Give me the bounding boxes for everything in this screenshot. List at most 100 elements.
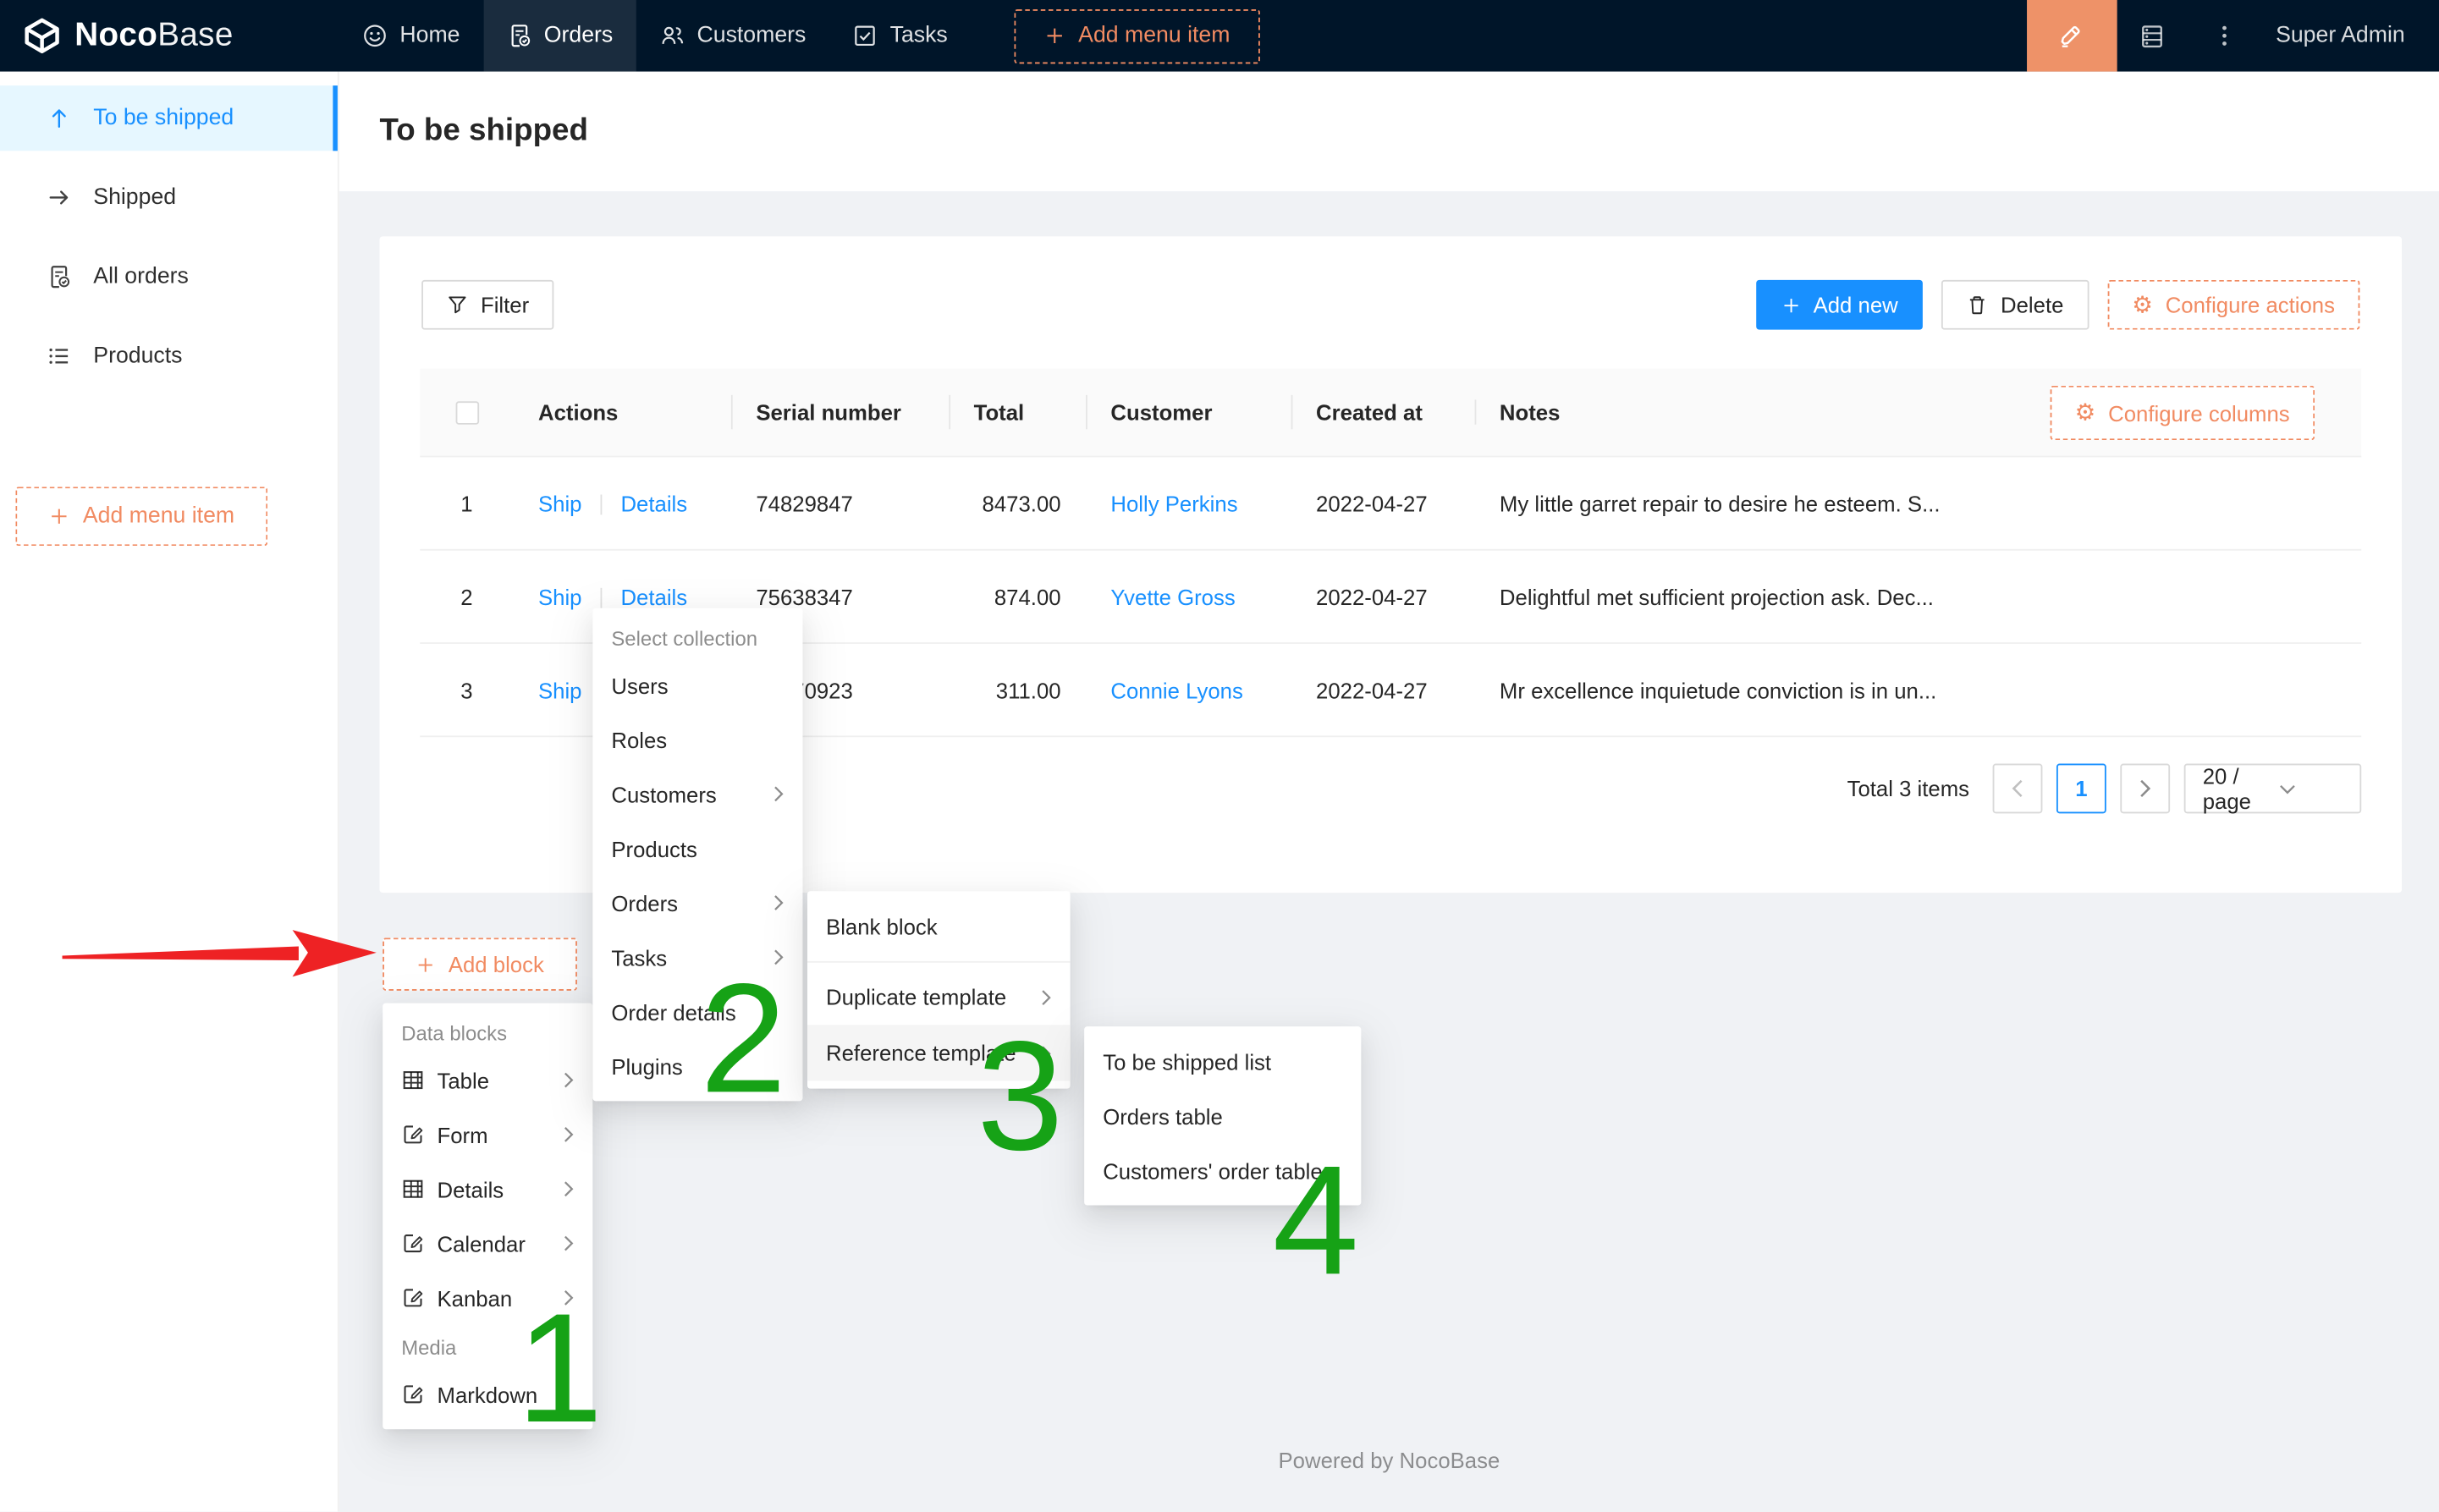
collections-manager-button[interactable] — [2117, 0, 2189, 72]
nav-item-tasks[interactable]: Tasks — [829, 0, 971, 72]
menu-item-products[interactable]: Products — [592, 822, 802, 876]
chevron-down-icon — [2279, 783, 2343, 794]
add-block-menu: Data blocks Table Form Details Calendar … — [383, 1003, 592, 1430]
cell-total: 874.00 — [949, 584, 1086, 608]
menu-item-kanban[interactable]: Kanban — [383, 1271, 592, 1325]
nav-item-customers[interactable]: Customers — [636, 0, 829, 72]
cell-created-at: 2022-04-27 — [1291, 584, 1475, 608]
configure-columns-button[interactable]: ⚙ Configure columns — [2050, 386, 2315, 440]
details-link[interactable]: Details — [620, 491, 687, 515]
form-icon — [401, 1232, 425, 1256]
menu-item-label: Tasks — [611, 945, 760, 970]
menu-item-table[interactable]: Table — [383, 1053, 592, 1107]
add-new-button[interactable]: Add new — [1756, 280, 1924, 330]
menu-item-label: Markdown — [438, 1382, 575, 1406]
add-block-label: Add block — [449, 952, 544, 976]
nav-item-orders[interactable]: Orders — [483, 0, 636, 72]
menu-item-duplicate-template[interactable]: Duplicate template — [807, 969, 1071, 1025]
top-navbar: NocoBase Home Orders Customers Tasks Add… — [0, 0, 2439, 72]
menu-item-users[interactable]: Users — [592, 658, 802, 712]
cell-notes: Mr excellence inquietude conviction is i… — [1475, 677, 2362, 701]
menu-item-blank-block[interactable]: Blank block — [807, 899, 1071, 954]
nav-item-label: Orders — [544, 24, 613, 48]
nocobase-logo[interactable]: NocoBase — [0, 0, 339, 72]
user-menu[interactable]: Super Admin — [2260, 0, 2439, 72]
chevron-right-icon — [563, 1234, 574, 1251]
menu-item-label: Details — [438, 1177, 551, 1201]
add-block-button[interactable]: Add block — [383, 937, 577, 990]
menu-item-label: To be shipped list — [1103, 1049, 1342, 1074]
menu-item-label: Form — [438, 1122, 551, 1146]
sidebar-item-to-be-shipped[interactable]: To be shipped — [0, 85, 338, 151]
menu-item-calendar[interactable]: Calendar — [383, 1216, 592, 1270]
sidebar-add-menu-item-button[interactable]: Add menu item — [15, 487, 267, 546]
menu-item-roles[interactable]: Roles — [592, 712, 802, 767]
menu-item-label: Users — [611, 673, 784, 697]
filter-button[interactable]: Filter — [421, 280, 553, 330]
column-header-total: Total — [949, 399, 1086, 424]
ship-link[interactable]: Ship — [538, 677, 582, 701]
form-icon — [401, 1286, 425, 1310]
menu-group-media: Media — [383, 1325, 592, 1367]
sidebar-item-all-orders[interactable]: All orders — [0, 245, 338, 310]
menu-item-label: Calendar — [438, 1231, 551, 1256]
ship-link[interactable]: Ship — [538, 584, 582, 608]
menu-item-markdown[interactable]: Markdown — [383, 1367, 592, 1421]
list-icon — [47, 344, 71, 368]
nav-item-label: Home — [399, 24, 460, 48]
chevron-right-icon — [1041, 988, 1052, 1005]
menu-item-form[interactable]: Form — [383, 1108, 592, 1162]
customer-link[interactable]: Yvette Gross — [1110, 584, 1235, 608]
menu-item-orders[interactable]: Orders — [592, 876, 802, 930]
form-icon — [401, 1383, 425, 1406]
pagination: Total 3 items 1 20 / page — [1847, 764, 2362, 814]
select-all-checkbox[interactable] — [455, 400, 479, 424]
more-options-button[interactable] — [2188, 0, 2260, 72]
menu-item-label: Products — [611, 836, 784, 860]
chevron-right-icon — [563, 1180, 574, 1197]
trash-icon — [1967, 294, 1989, 316]
details-link[interactable]: Details — [620, 584, 687, 608]
block-template-menu: Blank block Duplicate template Reference… — [807, 891, 1071, 1088]
arrow-right-icon — [47, 185, 71, 210]
menu-item-label: Table — [438, 1068, 551, 1092]
pagination-page-1[interactable]: 1 — [2056, 764, 2106, 814]
user-name: Super Admin — [2276, 24, 2405, 48]
page-size-select[interactable]: 20 / page — [2184, 764, 2362, 814]
menu-item-orders-table[interactable]: Orders table — [1084, 1089, 1361, 1143]
gear-icon: ⚙ — [2075, 401, 2096, 425]
filter-label: Filter — [481, 293, 529, 317]
cell-serial: 74829847 — [731, 491, 949, 515]
sidebar-item-label: Products — [93, 344, 182, 368]
menu-item-label: Kanban — [438, 1285, 551, 1310]
ui-editor-button[interactable] — [2027, 0, 2117, 72]
chevron-right-icon — [774, 894, 785, 911]
menu-item-order-details[interactable]: Order details — [592, 985, 802, 1039]
menu-item-to-be-shipped-list[interactable]: To be shipped list — [1084, 1034, 1361, 1088]
pagination-next-button[interactable] — [2120, 764, 2170, 814]
configure-actions-button[interactable]: ⚙ Configure actions — [2107, 280, 2360, 330]
configure-actions-label: Configure actions — [2166, 293, 2335, 317]
nav-item-home[interactable]: Home — [339, 0, 483, 72]
pagination-prev-button[interactable] — [1993, 764, 2043, 814]
pagination-total: Total 3 items — [1847, 776, 1969, 800]
customer-link[interactable]: Connie Lyons — [1110, 677, 1242, 701]
chevron-right-icon — [563, 1289, 574, 1306]
sidebar-item-products[interactable]: Products — [0, 323, 338, 388]
table-row: 1 ShipDetails 74829847 8473.00 Holly Per… — [420, 457, 2361, 550]
column-header-created-at: Created at — [1291, 399, 1475, 424]
menu-item-plugins[interactable]: Plugins — [592, 1039, 802, 1093]
menu-item-reference-template[interactable]: Reference template — [807, 1025, 1071, 1080]
menu-item-tasks[interactable]: Tasks — [592, 930, 802, 984]
menu-item-label: Order details — [611, 999, 784, 1024]
menu-item-customers-order-table[interactable]: Customers' order table — [1084, 1143, 1361, 1197]
menu-group-select-collection: Select collection — [592, 616, 802, 658]
ship-link[interactable]: Ship — [538, 491, 582, 515]
home-icon — [362, 24, 387, 48]
sidebar-item-shipped[interactable]: Shipped — [0, 165, 338, 230]
delete-button[interactable]: Delete — [1941, 280, 2089, 330]
menu-item-details[interactable]: Details — [383, 1162, 592, 1216]
customer-link[interactable]: Holly Perkins — [1110, 491, 1237, 515]
navbar-add-menu-item-button[interactable]: Add menu item — [1015, 8, 1260, 63]
menu-item-customers[interactable]: Customers — [592, 767, 802, 821]
